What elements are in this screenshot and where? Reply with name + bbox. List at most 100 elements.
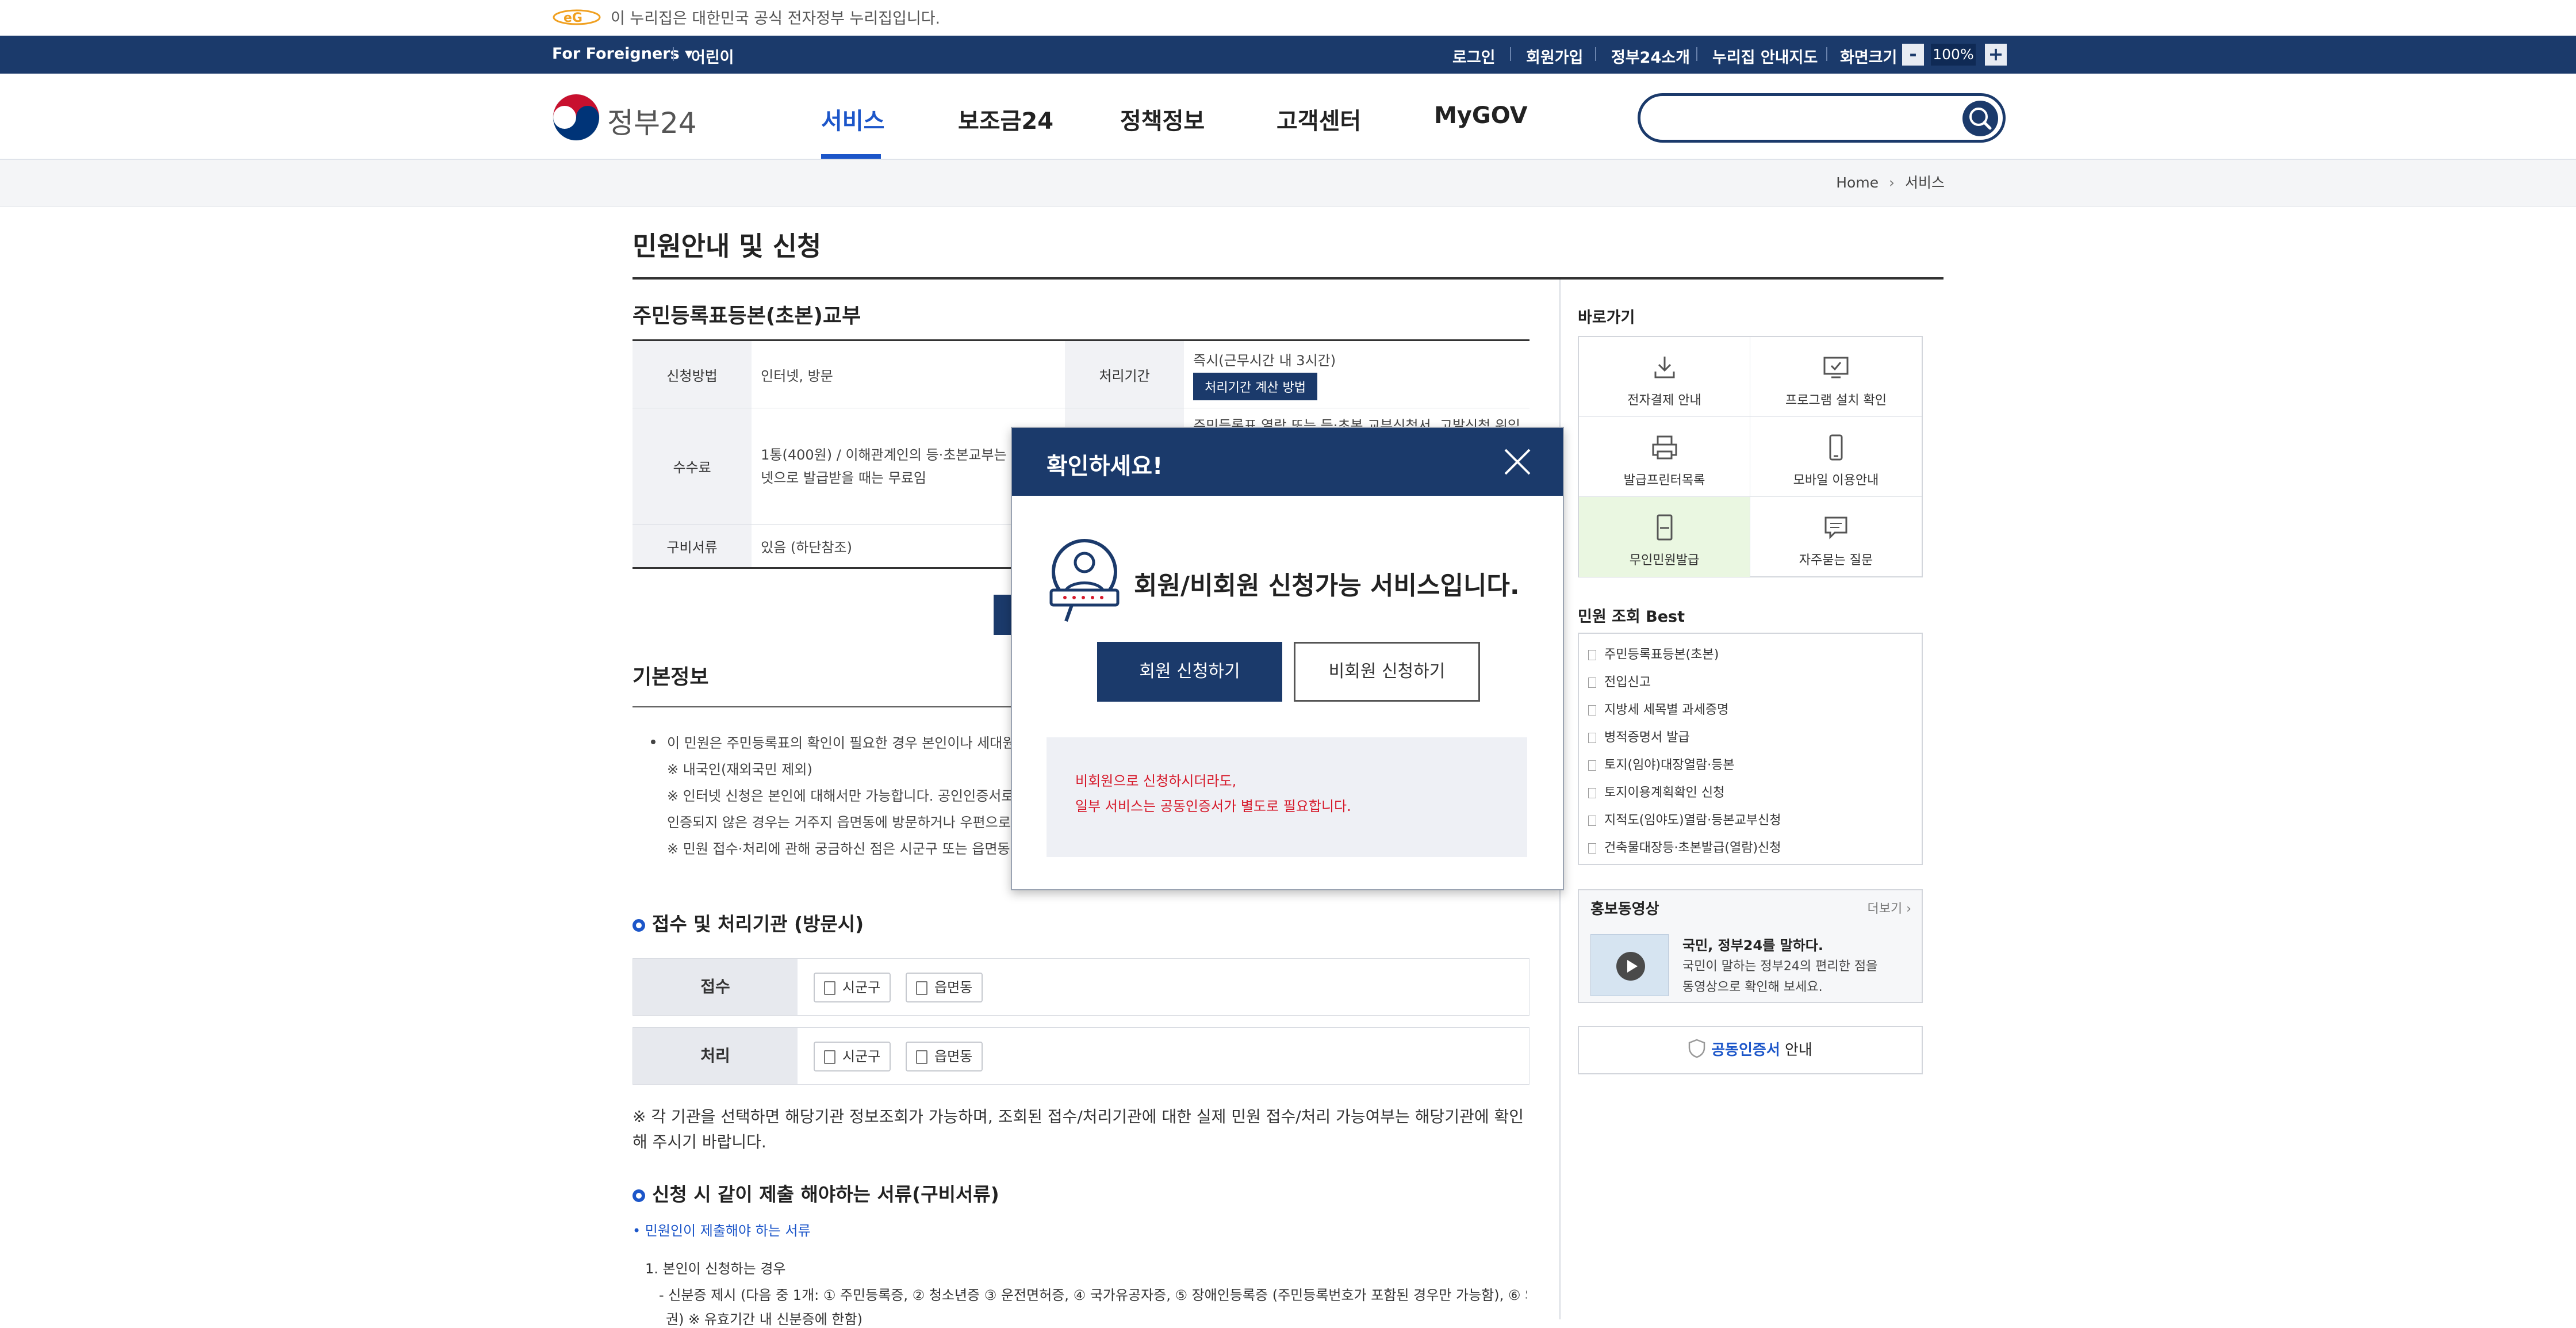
receive-sigungu-chip[interactable]: 시군구 bbox=[814, 973, 891, 1002]
zoom-level: 100% bbox=[1931, 44, 1976, 66]
quick-link-mobile-guide[interactable]: 모바일 이용안내 bbox=[1750, 417, 1922, 497]
quick-link-printer-list[interactable]: 발급프린터목록 bbox=[1579, 417, 1750, 497]
main-header: 정부24 서비스 보조금24 정책정보 고객센터 MyGOV bbox=[0, 74, 2576, 160]
signup-link[interactable]: 회원가입 bbox=[1526, 45, 1583, 67]
chip-label: 읍면동 bbox=[934, 979, 973, 996]
best-item[interactable]: 전입신고 bbox=[1588, 672, 1651, 690]
search-icon bbox=[1969, 108, 1992, 130]
taegeuk-logo-icon bbox=[553, 94, 600, 141]
best-item-label: 전입신고 bbox=[1604, 675, 1651, 690]
play-icon bbox=[1616, 952, 1645, 981]
docs-line: 권) ※ 유효기간 내 신분증에 한함) bbox=[666, 1311, 862, 1327]
nav-policy-info[interactable]: 정책정보 bbox=[1120, 102, 1205, 136]
nav-subsidy24[interactable]: 보조금24 bbox=[958, 102, 1053, 136]
zoom-in-button[interactable]: + bbox=[1985, 44, 2007, 66]
section-bullet-icon bbox=[632, 1189, 645, 1202]
nav-service[interactable]: 서비스 bbox=[821, 102, 884, 136]
promo-title: 홍보동영상 bbox=[1590, 901, 1659, 918]
best-item[interactable]: 지방세 세목별 과세증명 bbox=[1588, 699, 1728, 718]
kiosk-icon bbox=[1657, 514, 1673, 541]
breadcrumb-current[interactable]: 서비스 bbox=[1905, 174, 1945, 191]
for-foreigners-label: For Foreigners bbox=[552, 45, 680, 63]
best-item[interactable]: 주민등록표등본(초본) bbox=[1588, 644, 1719, 663]
chip-label: 시군구 bbox=[842, 1048, 881, 1065]
docs-subtitle-text: 민원인이 제출해야 하는 서류 bbox=[645, 1223, 811, 1239]
bullet bbox=[651, 740, 656, 744]
best-item-label: 병적증명서 발급 bbox=[1604, 730, 1690, 745]
promo-description: 동영상으로 확인해 보세요. bbox=[1682, 980, 1823, 994]
process-label: 처리 bbox=[633, 1028, 798, 1084]
period-calc-button[interactable]: 처리기간 계산 방법 bbox=[1193, 372, 1318, 400]
basic-info-line: 이 민원은 주민등록표의 확인이 필요한 경우 본인이나 세대원 및 정 bbox=[667, 735, 1049, 751]
quick-link-faq[interactable]: 자주묻는 질문 bbox=[1750, 497, 1922, 577]
about-link[interactable]: 정부24소개 bbox=[1611, 45, 1690, 67]
divider bbox=[1510, 47, 1511, 61]
quick-link-program-check[interactable]: 프로그램 설치 확인 bbox=[1750, 337, 1922, 417]
document-icon bbox=[1588, 788, 1596, 798]
best-item[interactable]: 토지이용계획확인 신청 bbox=[1588, 782, 1724, 801]
modal-note-line: 비회원으로 신청하시더라도, bbox=[1075, 773, 1237, 789]
user-keyboard-icon bbox=[1049, 539, 1120, 622]
breadcrumb-home[interactable]: Home bbox=[1836, 174, 1879, 191]
document-icon bbox=[1588, 705, 1596, 715]
quick-link-label: 모바일 이용안내 bbox=[1793, 473, 1879, 488]
search-input[interactable] bbox=[1655, 104, 1954, 132]
best-item-label: 건축물대장등·초본발급(열람)신청 bbox=[1604, 841, 1781, 855]
quick-link-kiosk[interactable]: 무인민원발급 bbox=[1579, 497, 1750, 577]
active-nav-indicator bbox=[821, 154, 881, 159]
for-foreigners-link[interactable]: For Foreigners ▾ bbox=[552, 45, 693, 63]
nav-mygov[interactable]: MyGOV bbox=[1434, 102, 1528, 129]
search-box bbox=[1638, 93, 2006, 143]
member-apply-button[interactable]: 회원 신청하기 bbox=[1097, 642, 1282, 702]
quick-link-epayment[interactable]: 전자결제 안내 bbox=[1579, 337, 1750, 417]
org-section-title-text: 접수 및 처리기관 (방문시) bbox=[652, 913, 864, 935]
screen-size-label: 화면크기 bbox=[1840, 49, 1897, 67]
building-icon bbox=[916, 1050, 927, 1064]
receive-eupmyeondong-chip[interactable]: 읍면동 bbox=[906, 973, 983, 1002]
best-item[interactable]: 건축물대장등·초본발급(열람)신청 bbox=[1588, 837, 1781, 856]
nav-customer-center[interactable]: 고객센터 bbox=[1276, 102, 1361, 136]
certificate-label: 공동인증서 bbox=[1711, 1042, 1780, 1059]
promo-more-link[interactable]: 더보기 › bbox=[1867, 898, 1911, 917]
nonmember-apply-button[interactable]: 비회원 신청하기 bbox=[1294, 642, 1480, 702]
mobile-phone-icon bbox=[1829, 434, 1843, 461]
divider bbox=[1595, 47, 1596, 61]
document-icon bbox=[1588, 843, 1596, 854]
process-sigungu-chip[interactable]: 시군구 bbox=[814, 1042, 891, 1071]
docs-section-title-text: 신청 시 같이 제출 해야하는 서류(구비서류) bbox=[652, 1183, 999, 1205]
docs-line: - 신분증 제시 (다음 중 1개: ① 주민등록증, ② 청소년증 ③ 운전면… bbox=[659, 1287, 1527, 1303]
search-button[interactable] bbox=[1962, 101, 1998, 136]
document-icon bbox=[1588, 733, 1596, 743]
best-item-label: 지적도(임야도)열람·등본교부신청 bbox=[1604, 813, 1781, 828]
official-site-banner: eG 이 누리집은 대한민국 공식 전자정부 누리집입니다. bbox=[0, 0, 2576, 36]
promo-video-thumbnail[interactable] bbox=[1590, 934, 1669, 996]
login-link[interactable]: 로그인 bbox=[1452, 45, 1496, 67]
best-item[interactable]: 지적도(임야도)열람·등본교부신청 bbox=[1588, 810, 1781, 828]
best-item[interactable]: 토지(임야)대장열람·등본 bbox=[1588, 755, 1735, 773]
document-icon bbox=[1588, 760, 1596, 771]
best-item-label: 토지(임야)대장열람·등본 bbox=[1604, 758, 1735, 772]
building-icon bbox=[916, 981, 927, 995]
sitemap-link[interactable]: 누리집 안내지도 bbox=[1712, 45, 1818, 67]
receive-label: 접수 bbox=[633, 959, 798, 1015]
certificate-label-suffix: 안내 bbox=[1780, 1042, 1812, 1059]
divider bbox=[1696, 47, 1697, 61]
breadcrumb: Home › 서비스 bbox=[1836, 171, 1945, 192]
best-item[interactable]: 병적증명서 발급 bbox=[1588, 727, 1690, 745]
certificate-guide-button[interactable]: 공동인증서 안내 bbox=[1578, 1026, 1923, 1074]
document-icon bbox=[1588, 816, 1596, 826]
method-label: 신청방법 bbox=[632, 340, 752, 408]
section-bullet-icon bbox=[632, 919, 645, 932]
docs-section-title: 신청 시 같이 제출 해야하는 서류(구비서류) bbox=[632, 1179, 999, 1207]
modal-close-button[interactable] bbox=[1502, 446, 1533, 477]
svg-text:eG: eG bbox=[564, 11, 582, 25]
process-eupmyeondong-chip[interactable]: 읍면동 bbox=[906, 1042, 983, 1071]
service-name: 주민등록표등본(초본)교부 bbox=[632, 304, 861, 328]
zoom-out-button[interactable]: - bbox=[1902, 44, 1924, 66]
quick-links-title: 바로가기 bbox=[1578, 309, 1635, 327]
quick-link-label: 자주묻는 질문 bbox=[1799, 553, 1873, 568]
kids-link[interactable]: 어린이 bbox=[691, 45, 734, 67]
monitor-check-icon bbox=[1823, 357, 1849, 378]
printer-icon bbox=[1652, 435, 1677, 460]
divider bbox=[673, 47, 674, 61]
